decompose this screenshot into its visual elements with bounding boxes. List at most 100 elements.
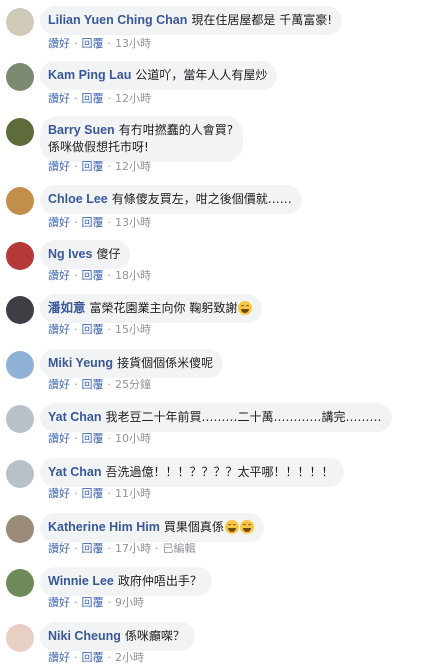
comment-text: 有條傻友買左，咁之後個價就……	[111, 192, 292, 206]
comment-text: 接貨個個係米傻呢	[117, 356, 214, 370]
comment-actions: 讚好 · 回覆 · 12小時	[48, 160, 151, 173]
comment-bubble: Kam Ping Lau 公道吖，當年人人有屋炒	[40, 61, 278, 90]
timestamp[interactable]: 12小時	[115, 92, 151, 105]
comment-actions: 讚好 · 回覆 · 12小時	[48, 92, 151, 105]
reply-link[interactable]: 回覆	[82, 378, 104, 391]
avatar[interactable]	[6, 63, 34, 91]
smile-emoji-icon	[238, 301, 253, 315]
commenter-name[interactable]: Katherine Him Him	[48, 520, 160, 534]
edited-label[interactable]: 已編輯	[163, 542, 196, 555]
commenter-name[interactable]: Miki Yeung	[48, 356, 113, 370]
timestamp[interactable]: 9小時	[115, 596, 144, 609]
timestamp[interactable]: 10小時	[115, 432, 151, 445]
comment-text: 富榮花園業主向你 鞠躬致謝	[89, 301, 238, 315]
reply-link[interactable]: 回覆	[82, 92, 104, 105]
timestamp[interactable]: 18小時	[115, 269, 151, 282]
timestamp[interactable]: 13小時	[115, 216, 151, 229]
avatar[interactable]	[6, 8, 34, 36]
like-link[interactable]: 讚好	[48, 378, 70, 391]
comment-text: 有冇咁撚蠢的人會買?	[118, 123, 234, 137]
timestamp[interactable]: 17小時	[115, 542, 151, 555]
comment-actions: 讚好 · 回覆 · 18小時	[48, 269, 151, 282]
comment-text: 買果個真係	[163, 520, 224, 534]
comment-actions: 讚好 · 回覆 · 13小時	[48, 37, 151, 50]
avatar[interactable]	[6, 515, 34, 543]
avatar[interactable]	[6, 405, 34, 433]
comment-text-line2: 係咪做假想托市呀!	[48, 140, 149, 154]
reply-link[interactable]: 回覆	[82, 269, 104, 282]
like-link[interactable]: 讚好	[48, 92, 70, 105]
timestamp[interactable]: 25分鐘	[115, 378, 151, 391]
comment-bubble: Barry Suen 有冇咁撚蠢的人會買? 係咪做假想托市呀!	[40, 116, 244, 162]
timestamp[interactable]: 11小時	[115, 487, 151, 500]
avatar[interactable]	[6, 296, 34, 324]
reply-link[interactable]: 回覆	[82, 216, 104, 229]
avatar[interactable]	[6, 460, 34, 488]
commenter-name[interactable]: Barry Suen	[48, 123, 115, 137]
comment-text: 政府仲唔出手？	[117, 574, 202, 588]
comment-actions: 讚好 · 回覆 · 13小時	[48, 216, 151, 229]
comment-actions: 讚好 · 回覆 · 9小時	[48, 596, 144, 609]
comment-bubble: Katherine Him Him 買果個真係	[40, 513, 264, 542]
avatar[interactable]	[6, 351, 34, 379]
smile-emoji-icon	[239, 520, 254, 534]
reply-link[interactable]: 回覆	[82, 323, 104, 336]
avatar[interactable]	[6, 118, 34, 146]
commenter-name[interactable]: Lilian Yuen Ching Chan	[48, 13, 187, 27]
like-link[interactable]: 讚好	[48, 37, 70, 50]
comment-text: 現在住居屋都是 千萬富豪!	[191, 13, 333, 27]
reply-link[interactable]: 回覆	[82, 432, 104, 445]
commenter-name[interactable]: Ng Ives	[48, 247, 92, 261]
commenter-name[interactable]: Chloe Lee	[48, 192, 108, 206]
comment-actions: 讚好 · 回覆 · 15小時	[48, 323, 151, 336]
reply-link[interactable]: 回覆	[82, 37, 104, 50]
like-link[interactable]: 讚好	[48, 487, 70, 500]
like-link[interactable]: 讚好	[48, 596, 70, 609]
comment-actions: 讚好 · 回覆 · 10小時	[48, 432, 151, 445]
comment-text: 我老豆二十年前買………二十萬…………講完………	[105, 410, 382, 424]
like-link[interactable]: 讚好	[48, 432, 70, 445]
timestamp[interactable]: 15小時	[115, 323, 151, 336]
reply-link[interactable]: 回覆	[82, 651, 104, 664]
comment-bubble: Yat Chan 吾洗過億！！！？？？？太平哪！！！！！	[40, 458, 344, 487]
reply-link[interactable]: 回覆	[82, 542, 104, 555]
avatar[interactable]	[6, 242, 34, 270]
comment-text: 公道吖，當年人人有屋炒	[135, 68, 268, 82]
timestamp[interactable]: 12小時	[115, 160, 151, 173]
comment-bubble: Ng Ives 傻仔	[40, 240, 131, 269]
like-link[interactable]: 讚好	[48, 269, 70, 282]
comment-text: 傻仔	[96, 247, 121, 261]
like-link[interactable]: 讚好	[48, 323, 70, 336]
comment-actions: 讚好 · 回覆 · 17小時 · 已編輯	[48, 542, 196, 555]
commenter-name[interactable]: Niki Cheung	[48, 629, 121, 643]
comment-actions: 讚好 · 回覆 · 11小時	[48, 487, 151, 500]
reply-link[interactable]: 回覆	[82, 596, 104, 609]
comment-bubble: Chloe Lee 有條傻友買左，咁之後個價就……	[40, 185, 302, 214]
comment-bubble: Yat Chan 我老豆二十年前買………二十萬…………講完………	[40, 403, 392, 432]
timestamp[interactable]: 2小時	[115, 651, 144, 664]
like-link[interactable]: 讚好	[48, 651, 70, 664]
like-link[interactable]: 讚好	[48, 216, 70, 229]
avatar[interactable]	[6, 569, 34, 597]
comment-bubble: 潘如意 富榮花園業主向你 鞠躬致謝	[40, 294, 263, 323]
like-link[interactable]: 讚好	[48, 542, 70, 555]
commenter-name[interactable]: Yat Chan	[48, 465, 102, 479]
commenter-name[interactable]: 潘如意	[48, 301, 86, 315]
comment-bubble: Miki Yeung 接貨個個係米傻呢	[40, 349, 224, 378]
comment-actions: 讚好 · 回覆 · 2小時	[48, 651, 144, 664]
comment-text: 係咪癲㗎？	[124, 629, 185, 643]
like-link[interactable]: 讚好	[48, 160, 70, 173]
reply-link[interactable]: 回覆	[82, 487, 104, 500]
reply-link[interactable]: 回覆	[82, 160, 104, 173]
avatar[interactable]	[6, 624, 34, 652]
commenter-name[interactable]: Kam Ping Lau	[48, 68, 131, 82]
comment-bubble: Lilian Yuen Ching Chan 現在住居屋都是 千萬富豪!	[40, 6, 343, 35]
comment-bubble: Winnie Lee 政府仲唔出手？	[40, 567, 212, 596]
comment-list: Lilian Yuen Ching Chan 現在住居屋都是 千萬富豪! 讚好 · 回…	[0, 0, 434, 672]
avatar[interactable]	[6, 187, 34, 215]
commenter-name[interactable]: Winnie Lee	[48, 574, 114, 588]
comment-actions: 讚好 · 回覆 · 25分鐘	[48, 378, 151, 391]
timestamp[interactable]: 13小時	[115, 37, 151, 50]
commenter-name[interactable]: Yat Chan	[48, 410, 102, 424]
comment-bubble: Niki Cheung 係咪癲㗎？	[40, 622, 195, 651]
